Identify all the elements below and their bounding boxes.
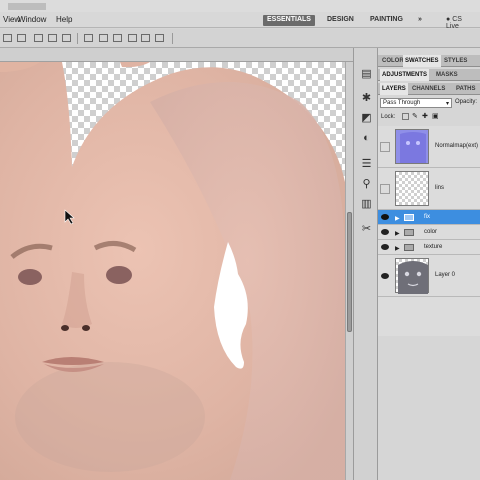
align-bottom-icon[interactable] [34,34,43,42]
layer-group-texture[interactable]: ▶ texture [378,240,480,255]
blend-mode-value: Pass Through [383,100,421,106]
layer-thumbnail [395,129,429,164]
menu-bar: View Window Help ESSENTIALS DESIGN PAINT… [0,12,480,30]
left-nostril [61,325,69,331]
layers-list: Normalmap(ext) lins ▶ fix ▶ color ▶ text… [378,126,480,336]
tab-styles[interactable]: STYLES [442,55,469,67]
layer-group-color[interactable]: ▶ color [378,225,480,240]
options-separator [172,33,173,44]
workspace-design[interactable]: DESIGN [323,15,358,26]
lock-label: Lock: [381,114,396,120]
lock-transparency-icon[interactable] [402,113,409,120]
info-icon[interactable]: ◐ [360,132,373,144]
layer-name: Normalmap(ext) [435,143,479,149]
layer-thumbnail [395,171,429,206]
document-canvas[interactable] [0,62,345,480]
skin-chip-top [120,62,150,68]
visibility-toggle[interactable] [380,184,390,194]
face-texture-icon [398,261,428,294]
canvas-vertical-scrollbar[interactable] [345,62,353,480]
tab-swatches[interactable]: SWATCHES [403,55,441,67]
blend-mode-select[interactable]: Pass Through ▾ [380,98,452,108]
layer-name: Layer 0 [435,272,456,278]
texture-artwork [0,62,345,480]
options-bar [0,29,480,48]
brush-presets-icon[interactable]: ✱ [360,92,373,104]
photoshop-window: View Window Help ESSENTIALS DESIGN PAINT… [0,0,480,480]
app-bar-controls [8,3,46,10]
lock-all-icon[interactable]: ▣ [432,112,439,120]
distribute-hcenter-icon[interactable] [141,34,150,42]
tab-masks[interactable]: MASKS [434,69,460,81]
clone-source-icon[interactable]: ◩ [360,112,373,124]
cs-live-icon: ● [446,16,451,23]
layer-group-fix[interactable]: ▶ fix [378,210,480,225]
history-icon[interactable]: ▤ [360,68,373,80]
lock-pixels-icon[interactable]: ✎ [412,112,418,120]
align-vcenter-icon[interactable] [17,34,26,42]
cs-live-button[interactable]: ● CS Live [442,15,480,30]
folder-icon [404,214,414,221]
align-top-icon[interactable] [3,34,12,42]
right-nostril [82,325,90,331]
workspace-painting[interactable]: PAINTING [366,15,407,26]
distribute-vcenter-icon[interactable] [99,34,108,42]
tab-color[interactable]: COLOR [380,55,406,67]
visibility-toggle[interactable] [380,142,390,152]
menu-item-help[interactable]: Help [56,15,72,24]
expand-triangle-icon[interactable]: ▶ [395,230,400,237]
eye-icon[interactable] [381,229,389,235]
tab-paths[interactable]: PATHS [454,83,477,95]
workspace-more[interactable]: » [414,15,426,26]
lock-row: Lock: ✎ ✚ ▣ [378,111,480,125]
tab-adjustments[interactable]: ADJUSTMENTS [380,69,430,81]
tab-layers[interactable]: LAYERS [380,83,408,95]
eye-icon[interactable] [381,244,389,250]
tools-icon[interactable]: ✂ [360,223,373,235]
layer-lins[interactable]: lins [378,168,480,210]
tab-channels[interactable]: CHANNELS [410,83,447,95]
layer-name: lins [435,185,445,191]
menu-item-window[interactable]: Window [18,15,46,24]
eye-icon[interactable] [381,214,389,220]
stubble-shade [15,362,205,472]
right-panel-stack: COLOR SWATCHES STYLES ADJUSTMENTS MASKS … [378,48,480,480]
navigator-icon[interactable]: ▥ [360,198,373,210]
expand-triangle-icon[interactable]: ▶ [395,245,400,252]
chevron-down-icon: ▾ [445,101,449,107]
adjustments-panel-tabs: ADJUSTMENTS MASKS [378,69,480,81]
folder-icon [404,229,414,236]
lock-position-icon[interactable]: ✚ [422,112,428,120]
character-icon[interactable]: ⚲ [360,178,373,190]
blend-row: Pass Through ▾ Opacity: [378,96,480,110]
eye-icon[interactable] [381,273,389,279]
expand-triangle-icon[interactable]: ▶ [395,215,400,222]
layer-name: color [424,229,438,235]
layers-panel-tabs: LAYERS CHANNELS PATHS [378,83,480,95]
color-panel-tabs: COLOR SWATCHES STYLES [378,55,480,67]
align-hcenter-icon[interactable] [62,34,71,42]
workspace-essentials[interactable]: ESSENTIALS [263,15,315,26]
left-eye-hole [18,269,42,285]
layer-name: fix [424,214,430,220]
right-eye-hole [106,266,132,284]
distribute-top-icon[interactable] [84,34,93,42]
options-separator [77,33,78,44]
paragraph-icon[interactable]: ☰ [360,158,373,170]
scrollbar-thumb[interactable] [347,212,352,332]
layer-layer0[interactable]: Layer 0 [378,255,480,297]
folder-icon [404,244,414,251]
distribute-right-icon[interactable] [155,34,164,42]
opacity-label: Opacity: [455,99,478,105]
normalmap-face-icon [400,132,426,163]
layer-name: texture [424,244,443,250]
align-left-icon[interactable] [48,34,57,42]
distribute-bottom-icon[interactable] [113,34,122,42]
layer-thumbnail [395,258,429,294]
panel-icon-dock: ▤ ✱ ◩ ◐ ☰ ⚲ ▥ ✂ [353,48,378,480]
document-tab-bar [0,48,353,62]
distribute-left-icon[interactable] [128,34,137,42]
layer-normalmap[interactable]: Normalmap(ext) [378,126,480,168]
